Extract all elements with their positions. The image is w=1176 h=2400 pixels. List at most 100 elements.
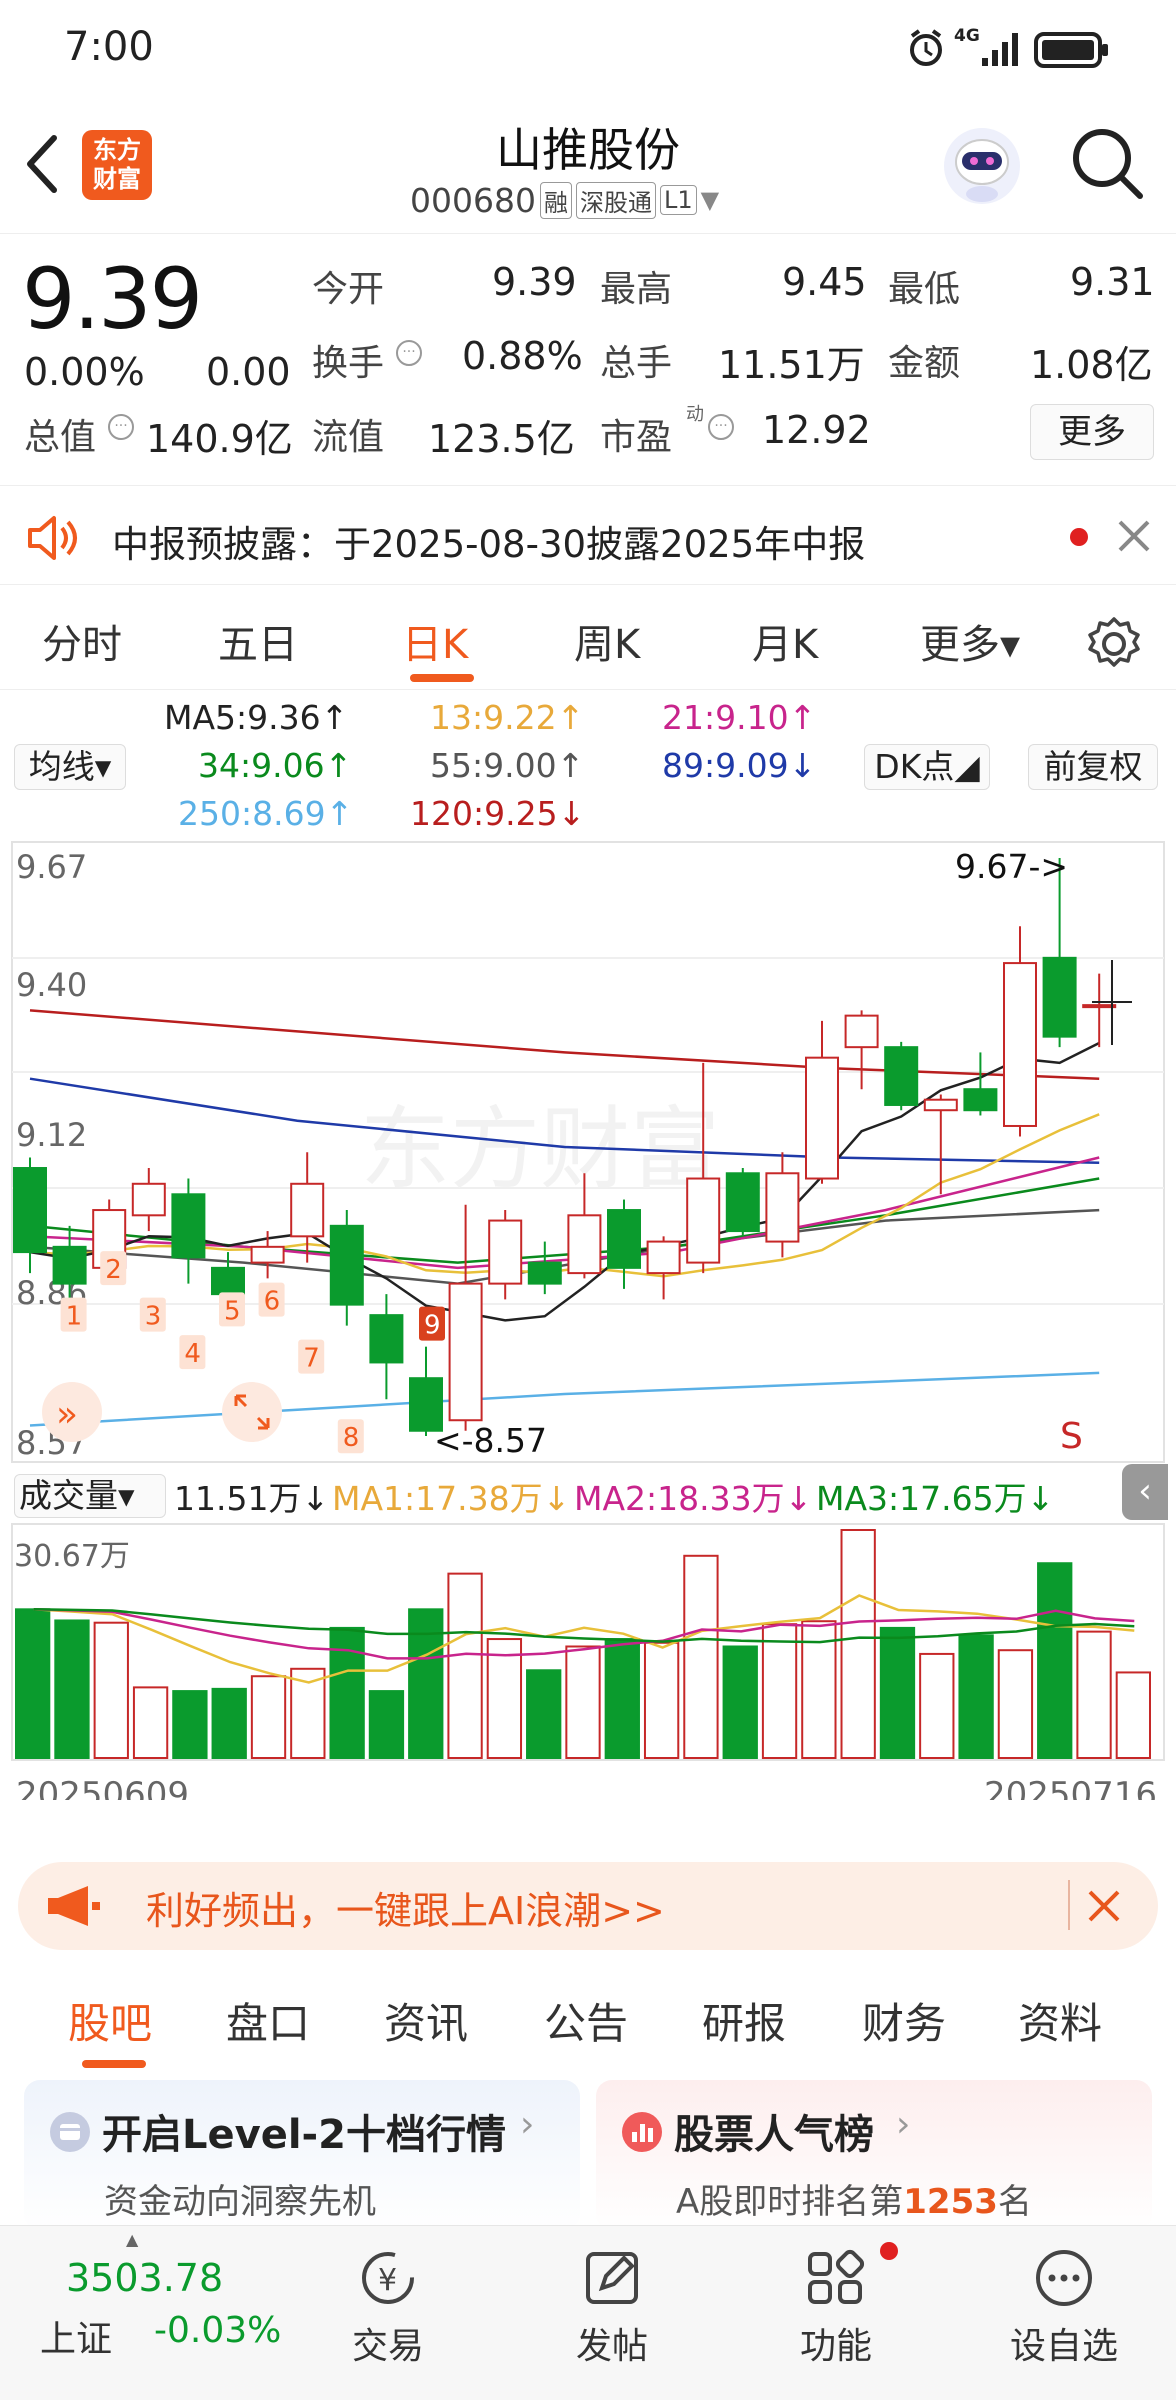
turnover-label: 换手 [312,343,385,384]
ma-legend: 均线▾ MA5:9.36↑ 13:9.22↑ 21:9.10↑ 34:9.06↑… [0,690,1176,840]
card-icon [50,2112,90,2152]
volume-bar [1115,1671,1152,1759]
tab-announcements[interactable]: 公告 [544,1990,628,2051]
volume-bar [643,1641,680,1759]
market-cap-label: 总值 [24,417,97,458]
speaker-icon [28,516,77,560]
tab-weekly-k[interactable]: 周K [574,612,640,670]
tab-order-book[interactable]: 盘口 [226,1990,310,2051]
ai-robot-icon[interactable] [940,124,1024,208]
nav-trade[interactable]: ¥ 交易 [298,2248,478,2369]
volume-bar [722,1645,758,1759]
connect-badge: 深股通 [575,181,656,219]
nav-functions[interactable]: 功能 [746,2248,926,2369]
candle-body [884,1046,919,1106]
volume-bar [879,1626,916,1760]
tab-five-day[interactable]: 五日 [218,612,298,670]
candle-body [131,1182,166,1217]
volume-bar [486,1638,523,1759]
chevron-right-icon: › [896,2104,911,2145]
more-button[interactable]: 更多 [1030,404,1154,460]
tab-profile[interactable]: 资料 [1018,1990,1102,2051]
sequence-mark: 7 [303,1344,320,1374]
chevron-right-icon: › [520,2104,535,2145]
close-icon[interactable] [1116,518,1152,554]
more-circle-icon [1036,2250,1092,2306]
nav-post[interactable]: 发帖 [522,2248,702,2369]
tab-news[interactable]: 资讯 [384,1990,468,2051]
chevron-down-icon[interactable]: ▼ [701,186,719,214]
candle-body [171,1193,206,1259]
gear-icon[interactable] [1086,616,1142,672]
volume-bar [93,1621,129,1759]
index-value[interactable]: 3503.78 [66,2256,223,2300]
tab-daily-k[interactable]: 日K [402,612,468,670]
volume-bar [997,1649,1034,1760]
caret-up-icon: ▲ [126,2230,139,2249]
adjust-button[interactable]: 前复权 [1028,744,1158,790]
info-icon[interactable]: ··· [708,414,734,440]
low-value: 9.31 [1070,260,1155,304]
tab-monthly-k[interactable]: 月K [752,612,818,670]
status-time: 7:00 [64,24,154,70]
low-label: 最低 [888,269,961,310]
notice-bar[interactable]: 中报预披露：于2025-08-30披露2025年中报 [0,485,1176,585]
popularity-card[interactable]: 股票人气榜 › A股即时排名第1253名 [596,2080,1152,2230]
collapse-panel-button[interactable]: ‹ [1122,1464,1168,1520]
ma21-label: 21:9.10↑ [662,698,817,737]
close-icon[interactable] [1086,1888,1122,1924]
kline-chart-area[interactable]: 东方财富 9.67 9.40 9.12 8.86 8.57 123456789 … [0,840,1176,1800]
volume-bar [683,1554,719,1759]
tab-financials[interactable]: 财务 [862,1990,946,2051]
nav-add-watchlist[interactable]: 设自选 [974,2248,1154,2369]
volume-bar [919,1652,955,1760]
ma34-label: 34:9.06↑ [198,746,353,785]
candle-body [211,1266,245,1296]
market-cap-value: 140.9亿 [146,417,293,461]
tab-research[interactable]: 研报 [702,1990,786,2051]
tab-active-indicator [410,674,474,682]
kline-svg[interactable]: 东方财富 9.67 9.40 9.12 8.86 8.57 12345 6789 … [0,840,1176,1800]
ma-toggle[interactable]: 均线▾ [14,744,126,790]
candle-body [329,1224,364,1306]
tab-forum[interactable]: 股吧 [68,1990,152,2051]
sequence-mark: 1 [66,1302,83,1332]
index-change[interactable]: -0.03% [154,2310,281,2351]
dk-point-button[interactable]: DK点◢ [864,744,990,790]
info-icon[interactable]: ··· [108,414,134,440]
volume-bar [958,1634,994,1759]
high-label: 最高 [600,269,673,310]
volume-label: 总手 [600,343,673,384]
battery-icon [1034,32,1108,68]
candle-body [13,1167,47,1254]
watermark: 东方财富 [360,1097,720,1202]
pe-label: 市盈 [600,417,673,458]
index-name[interactable]: 上证 [40,2310,112,2362]
stock-code: 000680 [410,180,536,220]
info-icon[interactable]: ··· [396,340,422,366]
edit-icon [586,2252,638,2304]
open-value: 9.39 [492,260,577,304]
banner-text: 利好频出，一键跟上AI浪潮>> [146,1889,665,1933]
volume-bar [408,1608,444,1759]
sequence-mark: 3 [145,1302,162,1332]
stock-header: 东方 财富 山推股份 000680 融 深股通 L1 ▼ [0,100,1176,234]
sequence-mark: 2 [105,1255,122,1285]
volume-bar [526,1669,562,1760]
open-label: 今开 [312,269,385,310]
search-icon[interactable] [1070,126,1146,202]
ma120-label: 120:9.25↓ [410,794,586,833]
sequence-mark: 9 [424,1311,441,1341]
back-arrow-icon[interactable] [22,134,62,194]
candle-body [686,1177,721,1264]
tab-more[interactable]: 更多▾ [920,612,1020,670]
volume-toggle[interactable]: 成交量▾ [14,1474,166,1518]
level2-card[interactable]: 开启Level-2十档行情 › 资金动向洞察先机 [24,2080,580,2230]
trade-icon: ¥ [362,2252,414,2304]
candle-body [725,1172,760,1233]
candle-body [646,1240,681,1275]
promo-banner[interactable]: 利好频出，一键跟上AI浪潮>> [18,1862,1158,1950]
alarm-icon [910,29,942,66]
fullscreen-button [222,1382,282,1442]
tab-intraday[interactable]: 分时 [42,612,122,670]
